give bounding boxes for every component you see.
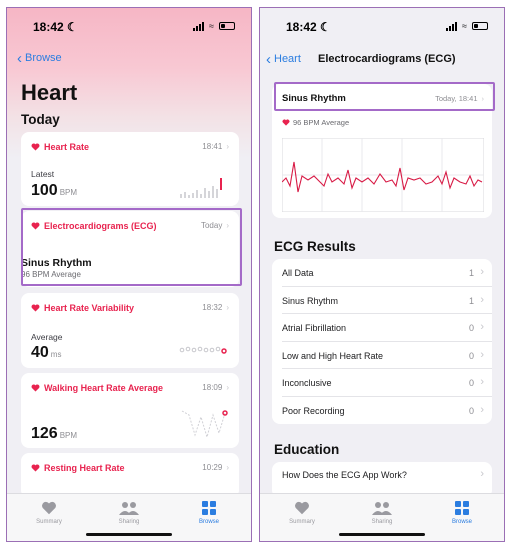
tab-sharing[interactable]: Sharing <box>99 500 159 525</box>
section-ecg-results: ECG Results <box>274 239 356 254</box>
result-row-sinus-rhythm[interactable]: Sinus Rhythm 1 › <box>282 287 492 314</box>
home-indicator <box>86 533 172 536</box>
section-education: Education <box>274 442 340 457</box>
tab-browse[interactable]: Browse <box>179 500 239 525</box>
education-row-ecg-app[interactable]: How Does the ECG App Work? › <box>282 462 492 490</box>
signal-icon <box>193 21 205 31</box>
chevron-right-icon: › <box>226 383 229 392</box>
chevron-right-icon: › <box>226 303 229 312</box>
chevron-left-icon: ‹ <box>266 50 271 68</box>
chevron-right-icon: › <box>480 266 484 278</box>
people-icon <box>372 502 392 515</box>
heart-rate-sparkline <box>180 178 222 198</box>
wifi-icon: ≈ <box>462 21 467 31</box>
result-row-all-data[interactable]: All Data 1 › <box>282 259 492 287</box>
chevron-right-icon: › <box>226 142 229 151</box>
chevron-right-icon: › <box>480 348 484 361</box>
chevron-right-icon: › <box>480 293 484 306</box>
chevron-left-icon: ‹ <box>17 49 22 67</box>
battery-icon <box>472 22 488 30</box>
ecg-highlight-box <box>21 208 242 286</box>
result-row-inconclusive[interactable]: Inconclusive 0 › <box>282 369 492 397</box>
grid-icon <box>202 501 216 515</box>
grid-icon <box>455 501 469 515</box>
chevron-right-icon: › <box>480 376 484 388</box>
heart-icon <box>31 384 40 392</box>
wifi-icon: ≈ <box>209 21 214 31</box>
back-button[interactable]: ‹ Browse <box>17 49 62 67</box>
ecg-detail-screen: 18:42 ☾ ≈ ‹ Heart Electrocardiograms (EC… <box>259 7 505 542</box>
heart-rate-card[interactable]: Heart Rate 18:41 › Latest 100 BPM <box>21 132 239 206</box>
resting-heart-rate-card[interactable]: Resting Heart Rate 10:29 › <box>21 453 239 498</box>
result-row-poor-recording[interactable]: Poor Recording 0 › <box>282 397 492 425</box>
walking-heart-rate-card[interactable]: Walking Heart Rate Average 18:09 › 126 BPM <box>21 373 239 448</box>
hrv-card[interactable]: Heart Rate Variability 18:32 › Average 40… <box>21 293 239 368</box>
heart-icon <box>31 304 40 312</box>
back-button[interactable]: ‹ Heart <box>266 50 301 68</box>
heart-icon <box>295 501 309 515</box>
tab-summary[interactable]: Summary <box>272 500 332 525</box>
tab-bar: Summary Sharing Browse <box>7 493 251 541</box>
signal-icon <box>446 21 458 31</box>
record-bpm: 96 BPM Average <box>293 118 350 127</box>
tab-browse[interactable]: Browse <box>432 500 492 525</box>
section-today: Today <box>21 112 60 127</box>
battery-icon <box>219 22 235 30</box>
tab-sharing[interactable]: Sharing <box>352 500 412 525</box>
result-row-atrial-fibrillation[interactable]: Atrial Fibrillation 0 › <box>282 314 492 342</box>
page-title: Heart <box>21 80 78 105</box>
chevron-right-icon: › <box>226 463 229 472</box>
heart-icon <box>31 143 40 151</box>
page-title: Electrocardiograms (ECG) <box>318 53 456 65</box>
browse-heart-screen: 18:42 ☾ ≈ ‹ Browse Heart Today Heart Rat… <box>6 7 252 542</box>
heart-icon <box>42 501 56 515</box>
tab-summary[interactable]: Summary <box>19 500 79 525</box>
status-bar: 18:42 ☾ ≈ <box>260 20 504 36</box>
ecg-results-list: All Data 1 › Sinus Rhythm 1 › Atrial Fibrill… <box>272 259 492 424</box>
status-bar: 18:42 ☾ ≈ <box>7 20 251 36</box>
home-indicator <box>339 533 425 536</box>
chevron-right-icon: › <box>480 321 484 333</box>
chevron-right-icon: › <box>480 468 484 480</box>
status-time: 18:42 ☾ <box>33 20 78 34</box>
result-row-low-high-heart-rate[interactable]: Low and High Heart Rate 0 › <box>282 342 492 369</box>
walking-hr-sparkline <box>181 410 228 439</box>
status-time: 18:42 ☾ <box>286 20 331 34</box>
sinus-rhythm-highlight-box <box>274 82 495 111</box>
heart-icon <box>282 119 290 126</box>
heart-icon <box>31 464 40 472</box>
people-icon <box>119 502 139 515</box>
ecg-waveform <box>282 138 484 212</box>
tab-bar: Summary Sharing Browse <box>260 493 504 541</box>
chevron-right-icon: › <box>480 403 484 416</box>
hrv-sparkline <box>179 346 227 354</box>
